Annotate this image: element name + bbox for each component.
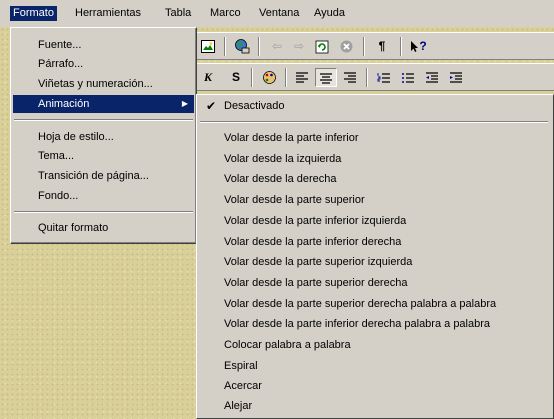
submenu-item[interactable]: Colocar palabra a palabra [199, 336, 549, 354]
menu-item-parrafo[interactable]: Párrafo... [13, 55, 194, 73]
submenu-item[interactable]: Volar desde la parte inferior derecha [199, 233, 549, 251]
menu-item-transicion[interactable]: Transición de página... [13, 167, 194, 185]
menu-item-fuente[interactable]: Fuente... [13, 36, 194, 54]
image-icon [201, 40, 215, 54]
increase-indent-button[interactable] [445, 68, 467, 87]
decrease-indent-button[interactable] [421, 68, 443, 87]
stop-icon [340, 40, 352, 53]
menu-item-tema[interactable]: Tema... [13, 147, 194, 165]
numbering-button[interactable] [373, 68, 395, 87]
italic-button[interactable]: K [197, 68, 219, 87]
submenu-item[interactable]: Volar desde la parte superior [199, 191, 549, 209]
menu-bar: Formato Herramientas Tabla Marco Ventana… [0, 0, 554, 27]
submenu-separator [200, 121, 548, 123]
back-button[interactable]: ⇦ [266, 37, 288, 56]
menu-ventana[interactable]: Ventana [256, 6, 302, 21]
align-left-button[interactable] [291, 68, 313, 87]
toolbar-separator [258, 37, 260, 56]
submenu-item[interactable]: Volar desde la parte inferior derecha pa… [199, 315, 549, 333]
menu-item-fondo[interactable]: Fondo... [13, 187, 194, 205]
menu-item-animacion[interactable]: Animación ▶ [13, 95, 194, 113]
align-center-icon [320, 73, 332, 84]
increase-indent-icon [450, 72, 462, 83]
help-pointer-icon: ? [411, 39, 427, 53]
show-formatting-button[interactable]: ¶ [371, 37, 393, 56]
font-color-button[interactable] [258, 68, 280, 87]
refresh-button[interactable] [311, 37, 333, 56]
toolbar-separator [285, 68, 287, 87]
insert-image-button[interactable] [197, 37, 219, 56]
submenu-item[interactable]: Volar desde la derecha [199, 170, 549, 188]
stop-button[interactable] [335, 37, 357, 56]
menu-formato[interactable]: Formato [10, 6, 57, 21]
menu-ayuda[interactable]: Ayuda [311, 6, 348, 21]
submenu-item[interactable]: Volar desde la parte inferior [199, 129, 549, 147]
align-center-button[interactable] [315, 68, 337, 87]
submenu-item[interactable]: Volar desde la izquierda [199, 150, 549, 168]
submenu-item[interactable]: Volar desde la parte superior derecha pa… [199, 295, 549, 313]
animacion-submenu: ✔ Desactivado Volar desde la parte inferi… [196, 94, 554, 419]
strike-button[interactable]: S [225, 68, 247, 87]
toolbar-separator [400, 37, 402, 56]
submenu-item-desactivado[interactable]: ✔ Desactivado [199, 97, 549, 115]
menu-separator [14, 211, 193, 213]
toolbar-separator [251, 68, 253, 87]
formatting-toolbar: K S [196, 63, 554, 91]
globe-network-icon [235, 39, 250, 54]
toolbar-separator [363, 37, 365, 56]
menu-herramientas[interactable]: Herramientas [72, 6, 144, 21]
align-right-icon [344, 72, 356, 83]
submenu-item[interactable]: Acercar [199, 377, 549, 395]
submenu-item[interactable]: Volar desde la parte superior izquierda [199, 253, 549, 271]
submenu-item[interactable]: Espiral [199, 357, 549, 375]
forward-button[interactable]: ⇨ [288, 37, 310, 56]
toolbar-separator [366, 68, 368, 87]
menu-item-quitar-formato[interactable]: Quitar formato [13, 219, 194, 237]
refresh-icon [315, 40, 329, 54]
menu-item-vinetas[interactable]: Viñetas y numeración... [13, 75, 194, 93]
arrow-left-icon: ⇦ [271, 39, 283, 53]
checkmark-icon: ✔ [206, 99, 217, 113]
numbered-list-icon [377, 72, 390, 83]
menu-tabla[interactable]: Tabla [162, 6, 194, 21]
menu-separator [14, 119, 193, 121]
help-button[interactable]: ? [408, 37, 430, 56]
menu-item-hoja-estilo[interactable]: Hoja de estilo... [13, 128, 194, 146]
submenu-item[interactable]: Volar desde la parte inferior izquierda [199, 212, 549, 230]
align-left-icon [296, 72, 308, 83]
bulleted-list-icon [402, 72, 414, 83]
pilcrow-icon: ¶ [378, 39, 386, 53]
arrow-right-icon: ⇨ [293, 39, 305, 53]
standard-toolbar: ⇦ ⇨ ¶ ? [196, 32, 554, 60]
toolbar-separator [224, 37, 226, 56]
menu-marco[interactable]: Marco [207, 6, 244, 21]
align-right-button[interactable] [339, 68, 361, 87]
palette-icon [262, 71, 276, 85]
submenu-item[interactable]: Alejar [199, 397, 549, 415]
decrease-indent-icon [426, 72, 438, 83]
bullets-button[interactable] [397, 68, 419, 87]
submenu-item[interactable]: Volar desde la parte superior derecha [199, 274, 549, 292]
submenu-arrow-icon: ▶ [181, 99, 188, 108]
formato-menu: Fuente... Párrafo... Viñetas y numeració… [10, 27, 197, 244]
web-button[interactable] [231, 37, 253, 56]
